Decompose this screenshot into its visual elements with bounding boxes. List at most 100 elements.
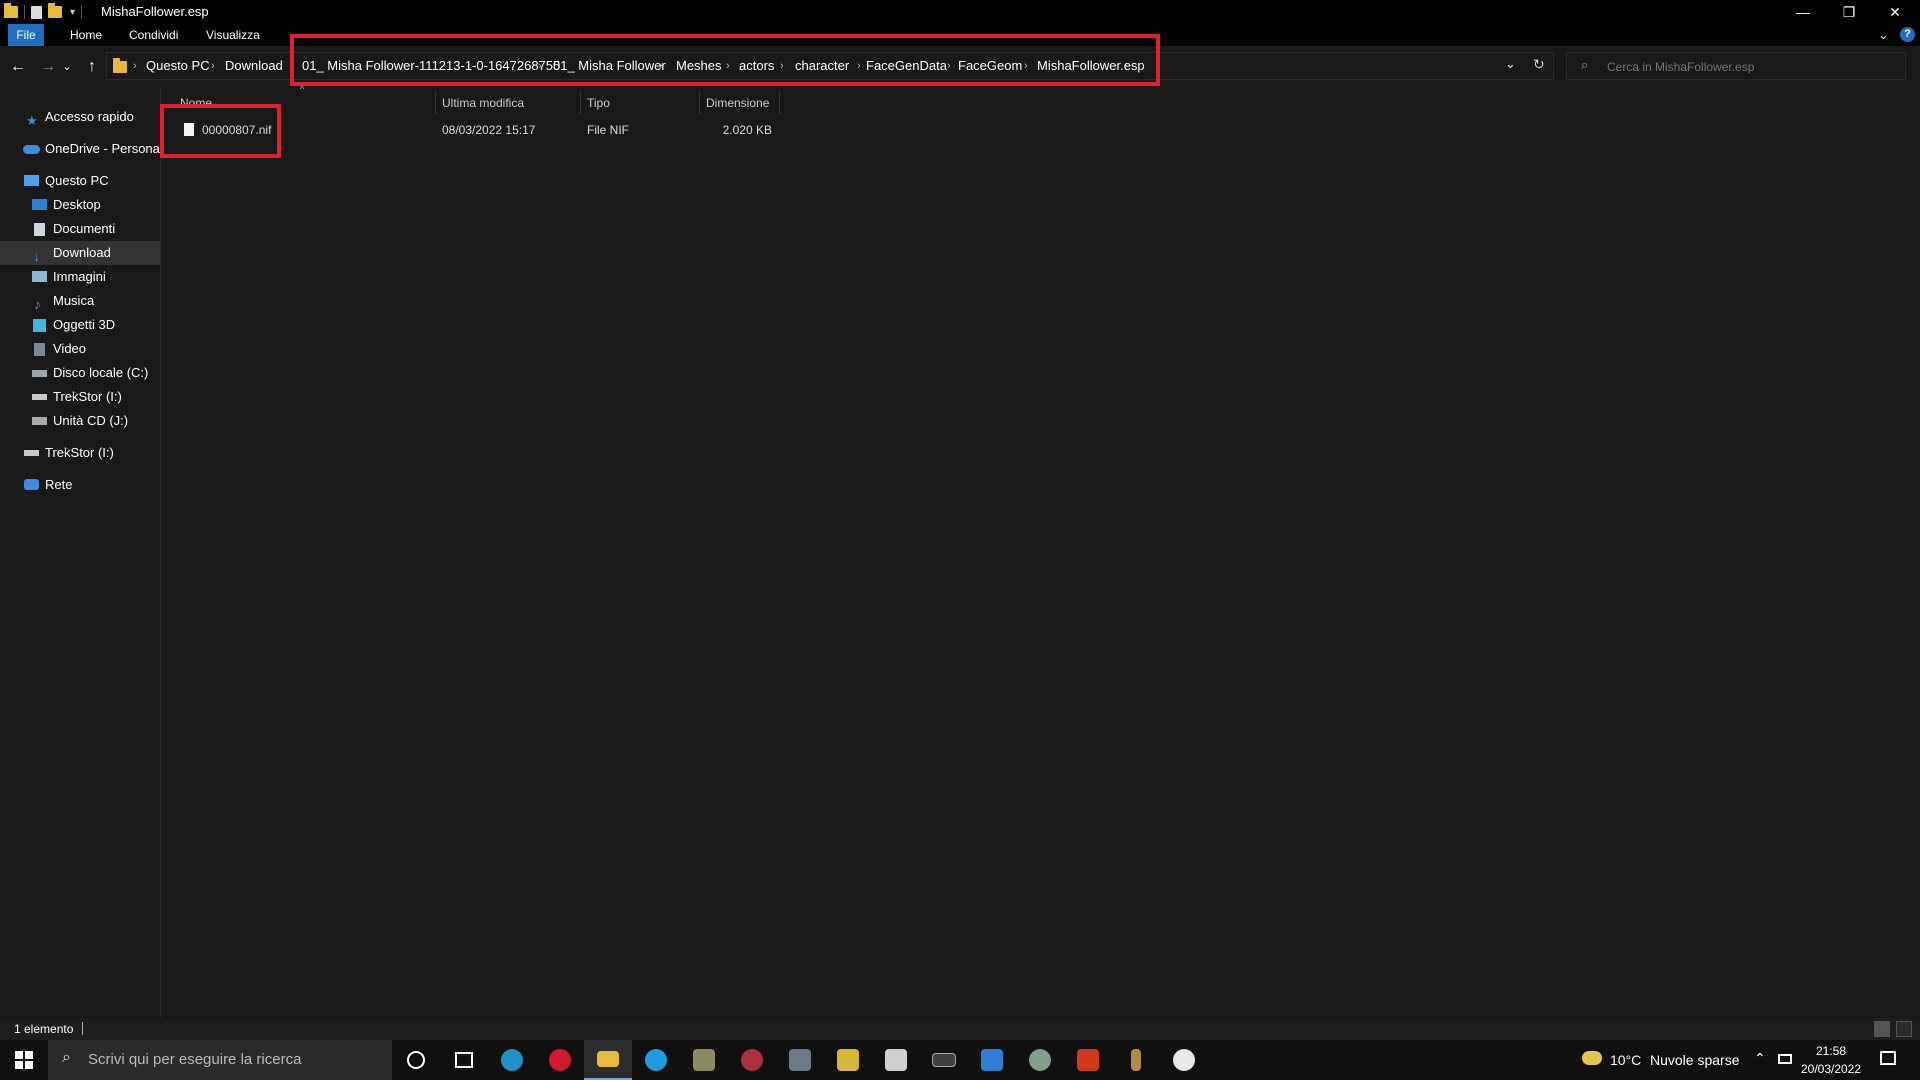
- app-icon: [837, 1049, 859, 1071]
- sidebar-item-unita-cd[interactable]: Unità CD (J:): [0, 409, 160, 433]
- show-hidden-icons-icon[interactable]: ⌃: [1754, 1050, 1766, 1067]
- breadcrumb-actors[interactable]: actors: [739, 53, 774, 79]
- new-folder-icon[interactable]: [48, 3, 62, 18]
- notifications-icon[interactable]: [1880, 1051, 1896, 1065]
- tab-visualizza[interactable]: Visualizza: [196, 24, 270, 46]
- minimize-button[interactable]: —: [1780, 0, 1826, 24]
- tab-file[interactable]: File: [8, 24, 44, 46]
- taskbar-app-11[interactable]: [1160, 1040, 1208, 1080]
- breadcrumb-questo-pc[interactable]: Questo PC: [146, 53, 210, 79]
- breadcrumb-separator-icon: ›: [538, 60, 542, 72]
- video-icon: [34, 343, 45, 356]
- tab-home[interactable]: Home: [60, 24, 112, 46]
- back-button[interactable]: ←: [6, 56, 30, 78]
- task-view-icon: [455, 1052, 473, 1068]
- clock[interactable]: 21:58 20/03/2022: [1796, 1042, 1866, 1078]
- column-header-nome[interactable]: Nome: [174, 92, 436, 114]
- taskbar-app-7[interactable]: [968, 1040, 1016, 1080]
- column-header-dimensione[interactable]: Dimensione: [700, 92, 780, 114]
- cd-drive-icon: [32, 417, 47, 425]
- forward-button[interactable]: →: [36, 56, 60, 78]
- app-icon: [1173, 1049, 1195, 1071]
- sidebar-item-trekstor[interactable]: TrekStor (I:): [0, 385, 160, 409]
- column-header-ultima-modifica[interactable]: Ultima modifica: [436, 92, 581, 114]
- search-input[interactable]: [1605, 56, 1899, 78]
- customize-toolbar-icon[interactable]: ▾: [70, 7, 75, 18]
- properties-icon[interactable]: [31, 5, 42, 19]
- breadcrumb-facegeom[interactable]: FaceGeom: [958, 53, 1022, 79]
- sidebar-item-label: Accesso rapido: [45, 109, 134, 124]
- sidebar-item-immagini[interactable]: Immagini: [0, 265, 160, 289]
- file-name[interactable]: 00000807.nif: [202, 118, 271, 142]
- cortana-icon: [407, 1051, 425, 1069]
- cortana-button[interactable]: [392, 1040, 440, 1080]
- breadcrumb-separator-icon: ›: [279, 60, 283, 72]
- taskbar-app-2[interactable]: [728, 1040, 776, 1080]
- taskbar-app-1[interactable]: [680, 1040, 728, 1080]
- app-icon: [693, 1049, 715, 1071]
- breadcrumb-facegendata[interactable]: FaceGenData: [866, 53, 947, 79]
- breadcrumb-download[interactable]: Download: [225, 53, 283, 79]
- app-icon: [1131, 1049, 1141, 1071]
- sidebar-item-documenti[interactable]: Documenti: [0, 217, 160, 241]
- taskbar-app-5[interactable]: [872, 1040, 920, 1080]
- sidebar-item-download[interactable]: ↓ Download: [0, 241, 160, 265]
- taskbar-app-6[interactable]: [920, 1040, 968, 1080]
- taskbar-search-box[interactable]: ⌕ Scrivi qui per eseguire la ricerca: [48, 1040, 392, 1080]
- folder-icon: [113, 58, 127, 73]
- large-icons-view-button[interactable]: [1896, 1021, 1912, 1037]
- breadcrumb-separator-icon: ›: [726, 60, 730, 72]
- breadcrumb-mod-archive[interactable]: 01_ Misha Follower-111213-1-0-1647268755: [302, 53, 560, 79]
- taskbar-app-8[interactable]: [1016, 1040, 1064, 1080]
- sidebar-item-disco-locale[interactable]: Disco locale (C:): [0, 361, 160, 385]
- sidebar-item-desktop[interactable]: Desktop: [0, 193, 160, 217]
- taskbar-app-9[interactable]: [1064, 1040, 1112, 1080]
- address-dropdown-icon[interactable]: ⌄: [1505, 56, 1516, 72]
- taskbar-app-4[interactable]: [824, 1040, 872, 1080]
- file-type: File NIF: [587, 123, 629, 137]
- breadcrumb-character[interactable]: character: [795, 53, 849, 79]
- breadcrumb-separator-icon: ›: [133, 60, 137, 72]
- recent-locations-button[interactable]: ⌄: [60, 56, 74, 78]
- help-icon[interactable]: ?: [1900, 27, 1915, 42]
- expand-ribbon-icon[interactable]: ⌄: [1878, 27, 1889, 43]
- task-view-button[interactable]: [440, 1040, 488, 1080]
- breadcrumb-misha-follower[interactable]: 01_ Misha Follower: [553, 53, 666, 79]
- sidebar-item-musica[interactable]: ♪ Musica: [0, 289, 160, 313]
- taskbar-app-3[interactable]: [776, 1040, 824, 1080]
- sidebar-item-video[interactable]: Video: [0, 337, 160, 361]
- file-modified: 08/03/2022 15:17: [442, 123, 536, 137]
- sidebar-item-accesso-rapido[interactable]: ★ Accesso rapido: [0, 105, 160, 129]
- arrow-up-icon: ↑: [88, 58, 96, 75]
- details-view-button[interactable]: [1874, 1021, 1890, 1037]
- star-icon: ★: [26, 113, 38, 128]
- column-header-tipo[interactable]: Tipo: [581, 92, 700, 114]
- taskbar-app-edge[interactable]: [488, 1040, 536, 1080]
- sidebar-item-onedrive[interactable]: OneDrive - Personal: [0, 137, 163, 161]
- weather-cloud-sun-icon: [1582, 1051, 1602, 1065]
- sidebar-item-label: Desktop: [53, 197, 101, 212]
- taskbar-app-opera[interactable]: [536, 1040, 584, 1080]
- taskbar-app-10[interactable]: [1112, 1040, 1160, 1080]
- status-bar: 1 elemento: [0, 1018, 1920, 1040]
- image-icon: [32, 271, 47, 282]
- sidebar-item-questo-pc[interactable]: Questo PC: [0, 169, 160, 193]
- up-button[interactable]: ↑: [80, 56, 104, 78]
- taskbar-app-skype[interactable]: [632, 1040, 680, 1080]
- start-button[interactable]: [0, 1040, 48, 1080]
- network-status-icon[interactable]: [1778, 1054, 1792, 1064]
- breadcrumb-meshes[interactable]: Meshes: [676, 53, 722, 79]
- sidebar-item-oggetti-3d[interactable]: Oggetti 3D: [0, 313, 160, 337]
- taskbar-app-file-explorer[interactable]: [584, 1040, 632, 1080]
- search-box[interactable]: ⌕: [1566, 52, 1906, 80]
- address-bar[interactable]: › Questo PC › Download › 01_ Misha Follo…: [106, 52, 1554, 80]
- search-icon: ⌕: [1581, 57, 1589, 72]
- sidebar-item-trekstor-root[interactable]: TrekStor (I:): [0, 441, 160, 465]
- restore-button[interactable]: ❐: [1826, 0, 1872, 24]
- tab-condividi[interactable]: Condividi: [119, 24, 188, 46]
- close-button[interactable]: ✕: [1872, 0, 1918, 24]
- breadcrumb-mishafollower-esp[interactable]: MishaFollower.esp: [1037, 53, 1145, 79]
- refresh-icon[interactable]: ↻: [1533, 56, 1545, 73]
- sidebar-item-rete[interactable]: Rete: [0, 473, 160, 497]
- computer-icon: [24, 175, 39, 186]
